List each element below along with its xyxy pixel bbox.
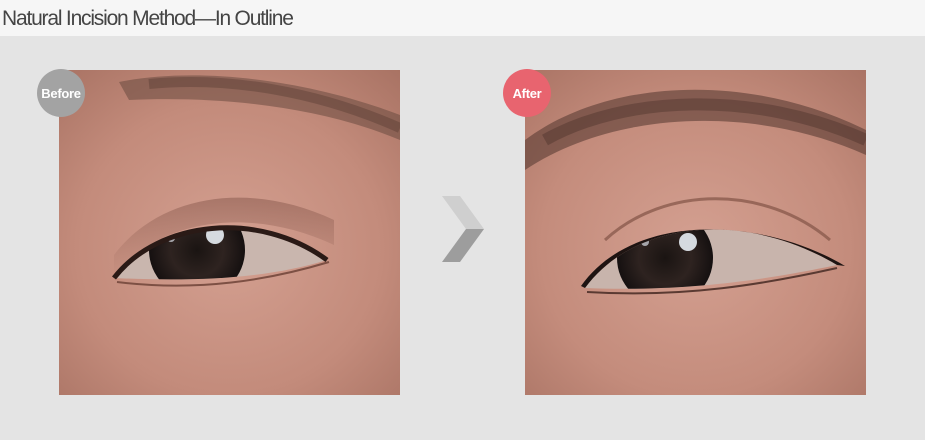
after-photo <box>525 70 866 395</box>
before-badge: Before <box>37 69 85 117</box>
page-title: Natural Incision Method—In Outline <box>2 7 294 30</box>
after-badge: After <box>503 69 551 117</box>
before-photo <box>59 70 400 395</box>
chevron-right-icon <box>442 196 484 262</box>
header-bar: Natural Incision Method—In Outline <box>0 0 925 36</box>
